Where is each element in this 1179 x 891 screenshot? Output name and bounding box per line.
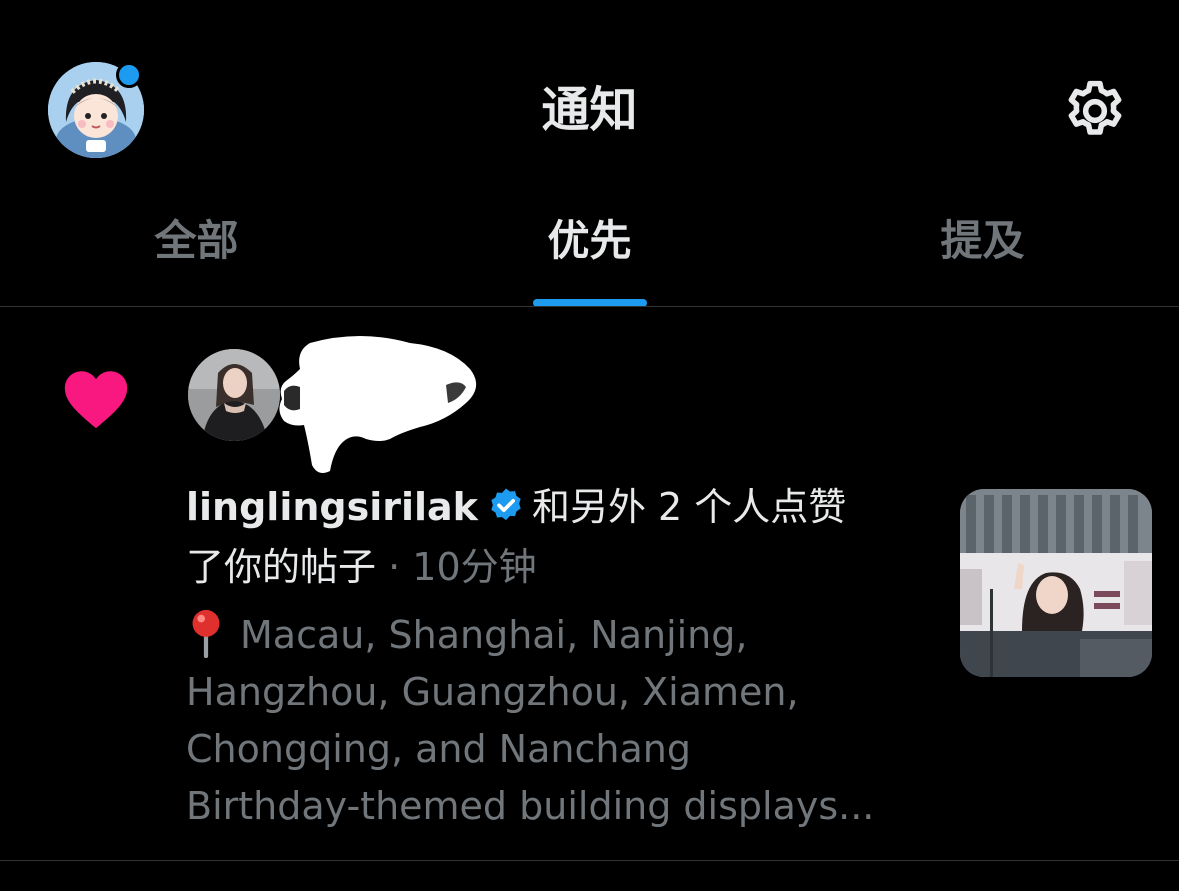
action-text: 和另外 2 个人点赞	[531, 485, 847, 529]
tab-priority[interactable]: 优先	[393, 200, 786, 307]
preview-line-2: Hangzhou, Guangzhou, Xiamen,	[186, 670, 799, 714]
top-bar: 通知	[0, 0, 1179, 200]
tab-all[interactable]: 全部	[0, 200, 393, 307]
tab-mentions-label: 提及	[940, 216, 1025, 265]
timestamp: 10分钟	[412, 545, 537, 589]
tab-priority-label: 优先	[547, 216, 632, 265]
page-title: 通知	[541, 82, 638, 138]
tab-all-label: 全部	[154, 216, 239, 265]
preview-line-4: Birthday-themed building displays...	[186, 784, 875, 828]
gear-icon	[1068, 80, 1122, 135]
action-text-2: 了你的帖子	[186, 545, 377, 589]
tab-mentions[interactable]: 提及	[786, 200, 1179, 307]
round-pushpin-icon	[192, 609, 220, 658]
preview-line-3: Chongqing, and Nanchang	[186, 727, 691, 771]
building-billboard-image	[960, 489, 1152, 677]
liker-photo-image	[188, 349, 280, 441]
notification-tabs: 全部 优先 提及	[0, 200, 1179, 307]
like-notification-item[interactable]: linglingsirilak 和另外 2 个人点赞 了你的帖子 · 10分钟 M…	[0, 307, 1179, 860]
heart-icon	[64, 371, 128, 429]
username-link[interactable]: linglingsirilak	[186, 485, 478, 529]
post-thumbnail[interactable]	[960, 489, 1152, 677]
redaction-scribble	[279, 336, 477, 473]
divider	[0, 860, 1179, 861]
post-preview-text: Macau, Shanghai, Nanjing, Hangzhou, Guan…	[186, 607, 946, 835]
verified-badge-icon	[491, 488, 521, 521]
preview-line-1: Macau, Shanghai, Nanjing,	[240, 613, 748, 657]
notification-text: linglingsirilak 和另外 2 个人点赞 了你的帖子 · 10分钟	[186, 477, 926, 597]
time-separator: ·	[388, 545, 401, 589]
liker-avatar[interactable]	[188, 349, 280, 441]
settings-button[interactable]	[1060, 76, 1130, 146]
